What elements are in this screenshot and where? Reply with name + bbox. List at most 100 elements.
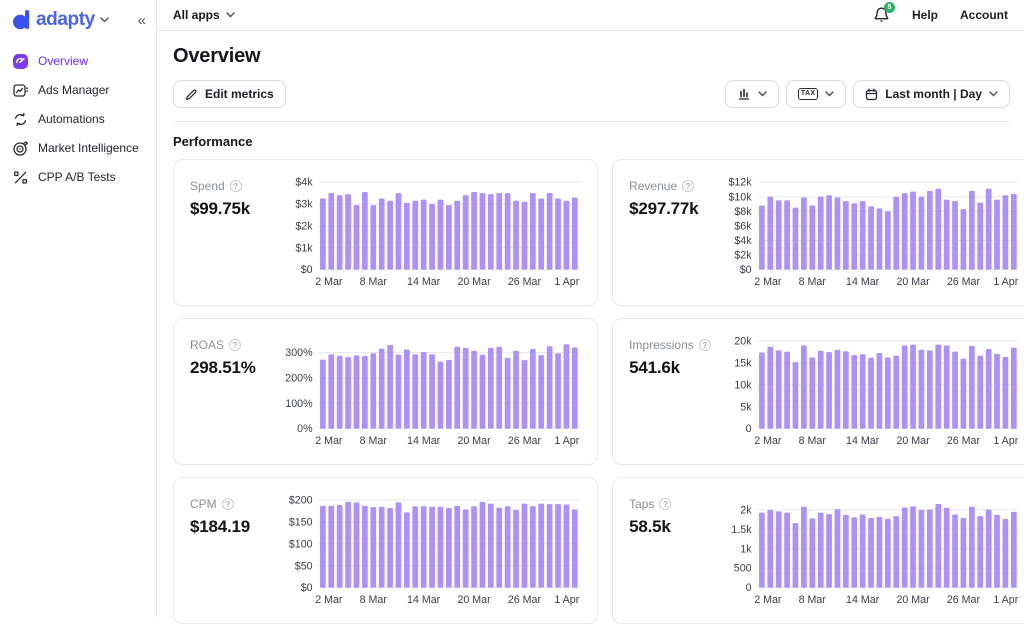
tax-icon: TAX bbox=[798, 88, 818, 100]
svg-text:1 Apr: 1 Apr bbox=[993, 276, 1018, 288]
svg-text:300%: 300% bbox=[285, 347, 313, 359]
svg-text:20 Mar: 20 Mar bbox=[897, 435, 931, 447]
svg-text:20k: 20k bbox=[734, 336, 752, 348]
metric-card-revenue: Revenue ? $297.77k $12k$10k$8k$6k$4k$2k$… bbox=[612, 159, 1024, 306]
metric-info: ROAS ? 298.51% bbox=[190, 332, 278, 378]
metric-value: 298.51% bbox=[190, 358, 278, 378]
svg-text:$6k: $6k bbox=[734, 220, 752, 232]
workspace-chevron-down-icon[interactable] bbox=[100, 17, 109, 23]
account-link[interactable]: Account bbox=[960, 8, 1008, 22]
metric-label: Revenue bbox=[629, 179, 677, 193]
notification-count-badge: 5 bbox=[884, 2, 895, 13]
svg-text:1 Apr: 1 Apr bbox=[554, 594, 579, 606]
svg-text:$50: $50 bbox=[295, 560, 313, 572]
sidebar-item-market-intelligence[interactable]: Market Intelligence bbox=[12, 138, 148, 158]
sidebar-item-cpp-a-b-tests[interactable]: CPP A/B Tests bbox=[12, 167, 148, 187]
svg-text:2 Mar: 2 Mar bbox=[754, 594, 782, 606]
bar-chart: $200$150$100$50$02 Mar8 Mar14 Mar20 Mar2… bbox=[278, 491, 583, 611]
topbar: All apps 5 Help Account bbox=[157, 0, 1024, 31]
svg-text:14 Mar: 14 Mar bbox=[407, 594, 441, 606]
svg-text:0: 0 bbox=[746, 423, 752, 435]
help-icon[interactable]: ? bbox=[682, 180, 694, 192]
svg-text:$100: $100 bbox=[289, 538, 313, 550]
metric-info: Taps ? 58.5k bbox=[629, 491, 717, 537]
sidebar-nav: Overview Ads Manager Automations Market … bbox=[12, 51, 148, 187]
svg-text:1 Apr: 1 Apr bbox=[554, 276, 579, 288]
metric-card-spend: Spend ? $99.75k $4k$3k$2k$1k$02 Mar8 Mar… bbox=[173, 159, 598, 306]
bar-chart: 2k1.5k1k50002 Mar8 Mar14 Mar20 Mar26 Mar… bbox=[717, 491, 1022, 611]
metric-value: $99.75k bbox=[190, 199, 278, 219]
sidebar-item-label: Market Intelligence bbox=[38, 141, 139, 155]
svg-text:$8k: $8k bbox=[734, 206, 752, 218]
svg-text:100%: 100% bbox=[285, 398, 313, 410]
svg-text:2k: 2k bbox=[740, 504, 752, 516]
topbar-right: 5 Help Account bbox=[873, 6, 1008, 24]
svg-text:15k: 15k bbox=[734, 358, 752, 370]
date-range-label: Last month | Day bbox=[885, 87, 982, 101]
svg-text:0%: 0% bbox=[297, 423, 313, 435]
metric-card-taps: Taps ? 58.5k 2k1.5k1k50002 Mar8 Mar14 Ma… bbox=[612, 477, 1024, 624]
svg-text:$1k: $1k bbox=[295, 242, 313, 254]
help-icon[interactable]: ? bbox=[230, 180, 242, 192]
sidebar-item-label: Overview bbox=[38, 54, 88, 68]
metric-cards-grid: Spend ? $99.75k $4k$3k$2k$1k$02 Mar8 Mar… bbox=[173, 159, 1010, 624]
svg-text:500: 500 bbox=[734, 563, 752, 575]
metric-value: $184.19 bbox=[190, 517, 278, 537]
svg-text:1k: 1k bbox=[740, 543, 752, 555]
sidebar-collapse-icon[interactable]: « bbox=[136, 13, 148, 28]
svg-text:20 Mar: 20 Mar bbox=[457, 435, 491, 447]
svg-text:20 Mar: 20 Mar bbox=[897, 276, 931, 288]
help-icon[interactable]: ? bbox=[659, 498, 671, 510]
date-range-dropdown[interactable]: Last month | Day bbox=[853, 80, 1010, 108]
svg-text:1 Apr: 1 Apr bbox=[993, 435, 1018, 447]
app-selector-dropdown[interactable]: All apps bbox=[173, 8, 235, 22]
cycle-arrows-icon bbox=[12, 111, 29, 128]
toolbar: Edit metrics TAX bbox=[173, 80, 1010, 108]
notifications-bell-icon[interactable]: 5 bbox=[873, 6, 890, 24]
metric-value: 541.6k bbox=[629, 358, 717, 378]
metric-info: Spend ? $99.75k bbox=[190, 173, 278, 219]
help-icon[interactable]: ? bbox=[222, 498, 234, 510]
sidebar-item-label: CPP A/B Tests bbox=[38, 170, 116, 184]
svg-text:14 Mar: 14 Mar bbox=[407, 435, 441, 447]
tax-dropdown[interactable]: TAX bbox=[786, 80, 846, 108]
svg-text:$10k: $10k bbox=[729, 191, 753, 203]
metric-card-cpm: CPM ? $184.19 $200$150$100$50$02 Mar8 Ma… bbox=[173, 477, 598, 624]
svg-text:1.5k: 1.5k bbox=[731, 524, 752, 536]
bar-chart: $12k$10k$8k$6k$4k$2k$02 Mar8 Mar14 Mar20… bbox=[717, 173, 1022, 293]
bar-chart-icon bbox=[737, 87, 751, 101]
sidebar-item-overview[interactable]: Overview bbox=[12, 51, 148, 71]
edit-metrics-button[interactable]: Edit metrics bbox=[173, 80, 286, 108]
sidebar-item-ads-manager[interactable]: Ads Manager bbox=[12, 80, 148, 100]
sidebar-item-automations[interactable]: Automations bbox=[12, 109, 148, 129]
metric-value: 58.5k bbox=[629, 517, 717, 537]
bar-chart: $4k$3k$2k$1k$02 Mar8 Mar14 Mar20 Mar26 M… bbox=[278, 173, 583, 293]
brand-wordmark: adapty bbox=[36, 9, 95, 31]
svg-text:20 Mar: 20 Mar bbox=[457, 276, 491, 288]
help-link[interactable]: Help bbox=[912, 8, 938, 22]
svg-text:0: 0 bbox=[746, 582, 752, 594]
bar-chart: 20k15k10k5k02 Mar8 Mar14 Mar20 Mar26 Mar… bbox=[717, 332, 1022, 452]
gauge-icon bbox=[12, 53, 29, 70]
svg-text:8 Mar: 8 Mar bbox=[799, 435, 827, 447]
pencil-icon bbox=[185, 88, 198, 101]
svg-text:$4k: $4k bbox=[734, 235, 752, 247]
svg-text:2 Mar: 2 Mar bbox=[315, 435, 343, 447]
svg-text:26 Mar: 26 Mar bbox=[508, 594, 542, 606]
svg-text:$3k: $3k bbox=[295, 199, 313, 211]
svg-text:14 Mar: 14 Mar bbox=[846, 276, 880, 288]
svg-text:26 Mar: 26 Mar bbox=[947, 594, 981, 606]
main-area: All apps 5 Help Account Overview Edit me… bbox=[157, 0, 1024, 619]
svg-text:10k: 10k bbox=[734, 379, 752, 391]
chevron-down-icon bbox=[226, 12, 235, 18]
svg-text:26 Mar: 26 Mar bbox=[508, 435, 542, 447]
page-title: Overview bbox=[173, 45, 1010, 68]
svg-text:1 Apr: 1 Apr bbox=[993, 594, 1018, 606]
svg-text:26 Mar: 26 Mar bbox=[947, 276, 981, 288]
chart-type-dropdown[interactable] bbox=[725, 80, 779, 108]
svg-text:$0: $0 bbox=[740, 264, 752, 276]
svg-text:20 Mar: 20 Mar bbox=[897, 594, 931, 606]
help-icon[interactable]: ? bbox=[229, 339, 241, 351]
section-title: Performance bbox=[173, 134, 1010, 149]
help-icon[interactable]: ? bbox=[699, 339, 711, 351]
